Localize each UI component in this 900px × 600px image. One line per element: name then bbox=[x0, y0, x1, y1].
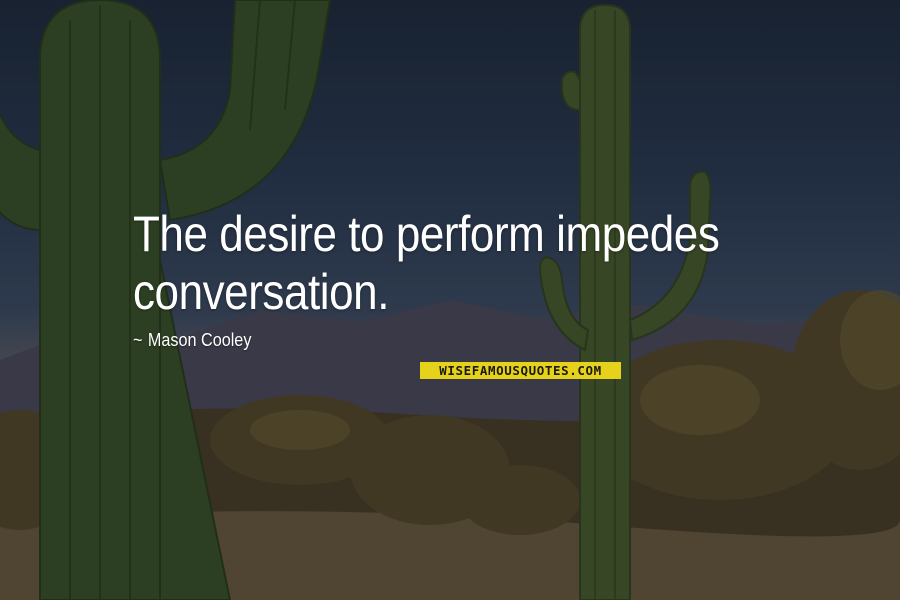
quote-line-2: conversation. bbox=[133, 264, 389, 320]
quote-text: The desire to perform impedes conversati… bbox=[133, 205, 731, 321]
quote-line-1: The desire to perform impedes bbox=[133, 206, 720, 262]
author-name: Mason Cooley bbox=[147, 330, 252, 350]
author-dash: ~ bbox=[133, 330, 143, 350]
quote-author: ~ Mason Cooley bbox=[133, 330, 251, 351]
watermark-badge: WISEFAMOUSQUOTES.COM bbox=[420, 362, 621, 379]
quote-image: The desire to perform impedes conversati… bbox=[0, 0, 900, 600]
